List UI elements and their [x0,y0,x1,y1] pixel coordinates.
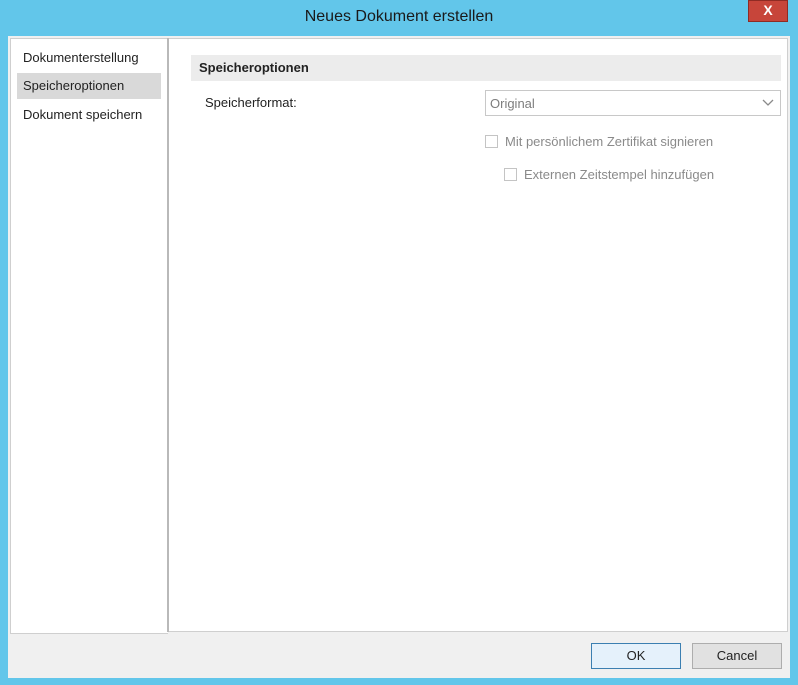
close-icon: X [763,2,773,18]
sidebar-item-dokument-speichern[interactable]: Dokument speichern [17,102,161,128]
chevron-down-icon [762,99,774,106]
timestamp-label: Externen Zeitstempel hinzufügen [524,167,715,182]
title-bar[interactable]: Neues Dokument erstellen X [0,0,798,36]
format-select-value: Original [490,96,535,111]
section-title: Speicheroptionen [191,55,781,81]
sidebar-item-label: Speicheroptionen [23,78,125,93]
format-select[interactable]: Original [485,90,781,116]
cancel-button[interactable]: Cancel [692,643,782,669]
ok-button[interactable]: OK [591,643,681,669]
close-button[interactable]: X [748,0,788,22]
format-label: Speicherformat: [205,95,297,110]
sidebar-item-label: Dokumenterstellung [23,50,139,65]
sign-certificate-checkbox[interactable] [485,135,498,148]
window-title: Neues Dokument erstellen [304,8,494,25]
timestamp-checkbox[interactable] [504,168,517,181]
dialog-client-area: Dokumenterstellung Speicheroptionen Doku… [8,36,790,678]
sidebar-item-label: Dokument speichern [23,107,143,122]
options-panel: Speicheroptionen Speicherformat: Origina… [169,38,788,632]
sidebar-item-dokumenterstellung[interactable]: Dokumenterstellung [17,45,161,71]
sidebar-item-speicheroptionen[interactable]: Speicheroptionen [17,73,161,99]
sign-certificate-label: Mit persönlichem Zertifikat signieren [505,134,714,149]
sidebar: Dokumenterstellung Speicheroptionen Doku… [10,38,168,634]
dialog-window: Neues Dokument erstellen X Dokumenterste… [0,0,798,685]
